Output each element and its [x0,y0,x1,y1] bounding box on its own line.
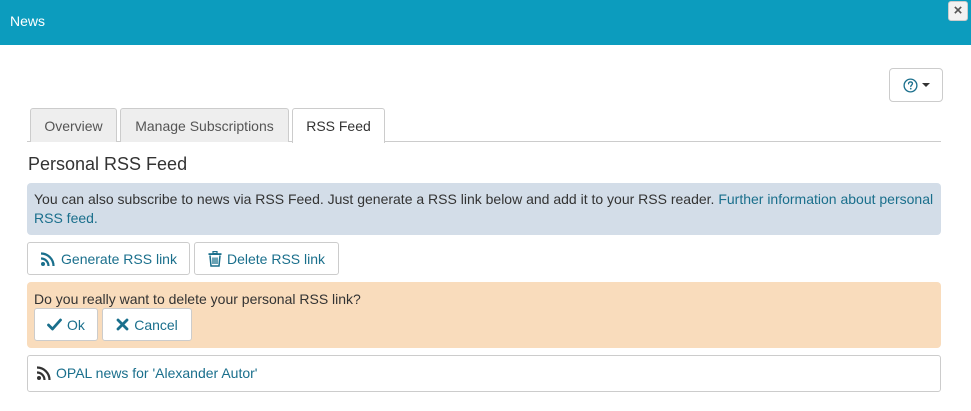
check-icon [47,318,62,331]
caret-down-icon [921,83,930,87]
rss-icon [36,365,52,381]
generate-rss-link-button[interactable]: Generate RSS link [27,242,190,275]
rss-icon [40,251,56,267]
ok-label: Ok [67,316,85,333]
rss-feed-link[interactable]: OPAL news for 'Alexander Autor' [36,365,257,381]
tab-rss-feed[interactable]: RSS Feed [292,108,385,143]
delete-rss-link-button[interactable]: Delete RSS link [194,242,339,275]
trash-icon [208,250,222,267]
cancel-button[interactable]: Cancel [102,308,192,341]
ok-button[interactable]: Ok [34,308,98,341]
generate-rss-link-label: Generate RSS link [61,250,177,267]
rss-feed-list: OPAL news for 'Alexander Autor' [27,355,941,392]
delete-rss-link-label: Delete RSS link [226,250,326,267]
close-button[interactable]: × [948,1,968,21]
tab-bar: Overview Manage Subscriptions RSS Feed [27,108,941,143]
info-text: You can also subscribe to news via RSS F… [34,191,715,207]
page-title: Personal RSS Feed [28,154,188,174]
window-title: News [10,13,46,29]
tab-manage-subscriptions[interactable]: Manage Subscriptions [120,108,289,142]
window-header: News [0,0,971,45]
times-icon [116,318,129,331]
help-dropdown-button[interactable] [889,68,943,102]
rss-feed-label: OPAL news for 'Alexander Autor' [56,365,258,381]
delete-confirmation-question: Do you really want to delete your person… [34,291,361,307]
cancel-label: Cancel [134,316,178,333]
info-alert: You can also subscribe to news via RSS F… [27,183,941,235]
question-circle-icon [902,77,918,93]
close-icon: × [953,2,963,19]
tab-overview[interactable]: Overview [30,108,117,142]
